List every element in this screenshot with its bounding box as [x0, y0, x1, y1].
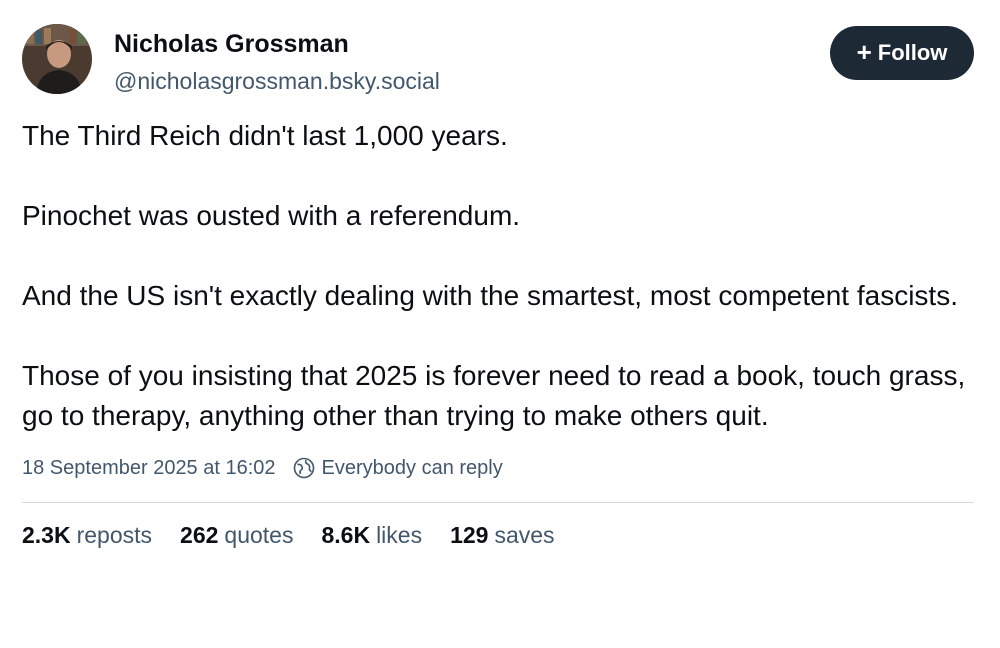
stat-count: 129: [450, 522, 489, 548]
stat-saves[interactable]: 129 saves: [450, 522, 554, 549]
stat-likes[interactable]: 8.6K likes: [321, 522, 422, 549]
stat-reposts[interactable]: 2.3K reposts: [22, 522, 152, 549]
stat-count: 2.3K: [22, 522, 71, 548]
post-paragraph: And the US isn't exactly dealing with th…: [22, 280, 958, 311]
post-header: Nicholas Grossman @nicholasgrossman.bsky…: [22, 24, 974, 98]
stat-count: 8.6K: [321, 522, 371, 548]
follow-button-label: Follow: [877, 40, 948, 65]
post-paragraph: Those of you insisting that 2025 is fore…: [22, 360, 966, 431]
post-timestamp[interactable]: 18 September 2025 at 16:02: [22, 457, 276, 480]
avatar-image: [22, 24, 92, 94]
plus-icon: +: [856, 37, 872, 67]
stat-count: 262: [180, 522, 219, 548]
author-name[interactable]: Nicholas Grossman: [114, 30, 349, 59]
post-body: The Third Reich didn't last 1,000 years.…: [22, 116, 974, 436]
post-paragraph: Pinochet was ousted with a referendum.: [22, 200, 521, 231]
stat-label: saves: [494, 522, 555, 548]
globe-icon: [292, 456, 316, 480]
divider: [22, 502, 974, 503]
post-stats: 2.3K reposts 262 quotes 8.6K likes 129 saves: [22, 522, 974, 549]
stat-label: reposts: [76, 522, 153, 548]
reply-setting-label[interactable]: Everybody can reply: [322, 457, 503, 480]
avatar[interactable]: [22, 24, 92, 94]
follow-button[interactable]: + Follow: [830, 26, 974, 80]
post: Nicholas Grossman @nicholasgrossman.bsky…: [22, 24, 974, 549]
post-meta: 18 September 2025 at 16:02 Everybody can…: [22, 456, 974, 480]
post-paragraph: The Third Reich didn't last 1,000 years.: [22, 120, 508, 151]
author-handle[interactable]: @nicholasgrossman.bsky.social: [114, 68, 440, 95]
stat-quotes[interactable]: 262 quotes: [180, 522, 293, 549]
stat-label: quotes: [224, 522, 294, 548]
stat-label: likes: [376, 522, 423, 548]
